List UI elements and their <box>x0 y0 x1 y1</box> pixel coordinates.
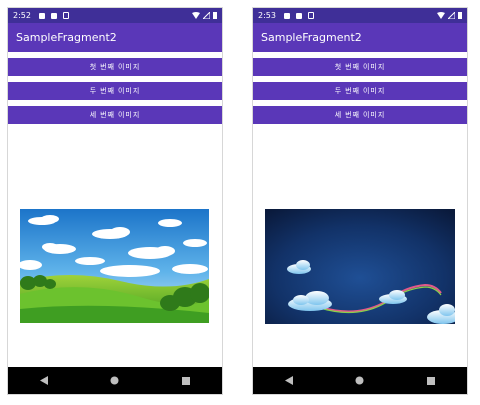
status-time: 2:53 <box>258 11 276 20</box>
home-icon[interactable] <box>350 371 370 391</box>
second-image-button[interactable]: 두 번째 이미지 <box>8 82 222 100</box>
status-bar: 2:53 <box>253 8 467 23</box>
status-time: 2:52 <box>13 11 31 20</box>
sd-card-icon <box>295 12 302 19</box>
night-sky-image <box>265 209 455 324</box>
battery-icon <box>458 12 462 19</box>
signal-icon <box>448 12 455 19</box>
recents-icon[interactable] <box>421 371 441 391</box>
third-image-button[interactable]: 세 번째 이미지 <box>253 106 467 124</box>
battery-icon <box>213 12 217 19</box>
navigation-bar <box>253 367 467 394</box>
back-icon[interactable] <box>34 371 54 391</box>
third-image-button[interactable]: 세 번째 이미지 <box>8 106 222 124</box>
navigation-bar <box>8 367 222 394</box>
wifi-icon <box>437 12 445 19</box>
signal-icon <box>203 12 210 19</box>
notification-icon <box>38 12 45 19</box>
app-bar: SampleFragment2 <box>253 23 467 52</box>
status-bar: 2:52 <box>8 8 222 23</box>
back-icon[interactable] <box>279 371 299 391</box>
wifi-icon <box>192 12 200 19</box>
phone-screen-right: 2:53 SampleFragment2 첫 번째 이미지 두 번째 이미지 세… <box>252 7 468 395</box>
clipboard-icon <box>62 12 69 19</box>
phone-screen-left: 2:52 SampleFragment2 첫 번째 이미지 두 번째 이미지 세… <box>7 7 223 395</box>
landscape-image <box>20 209 209 323</box>
app-title: SampleFragment2 <box>16 31 117 44</box>
second-image-button[interactable]: 두 번째 이미지 <box>253 82 467 100</box>
first-image-button[interactable]: 첫 번째 이미지 <box>253 58 467 76</box>
fragment-container <box>8 131 222 367</box>
clipboard-icon <box>307 12 314 19</box>
app-title: SampleFragment2 <box>261 31 362 44</box>
fragment-container <box>253 131 467 367</box>
recents-icon[interactable] <box>176 371 196 391</box>
sd-card-icon <box>50 12 57 19</box>
first-image-button[interactable]: 첫 번째 이미지 <box>8 58 222 76</box>
home-icon[interactable] <box>105 371 125 391</box>
app-bar: SampleFragment2 <box>8 23 222 52</box>
notification-icon <box>283 12 290 19</box>
